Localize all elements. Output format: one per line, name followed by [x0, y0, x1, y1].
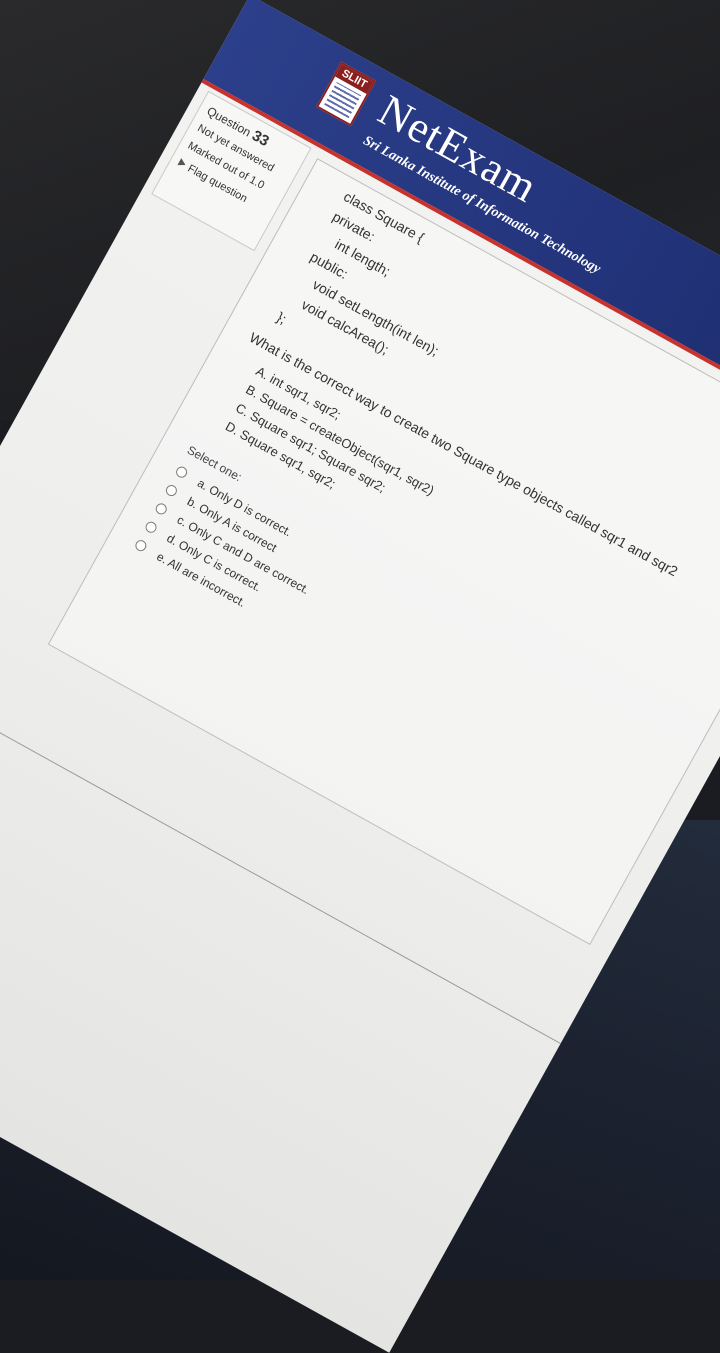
flag-icon — [177, 158, 188, 169]
sliit-logo[interactable]: SLIIT — [315, 61, 377, 127]
